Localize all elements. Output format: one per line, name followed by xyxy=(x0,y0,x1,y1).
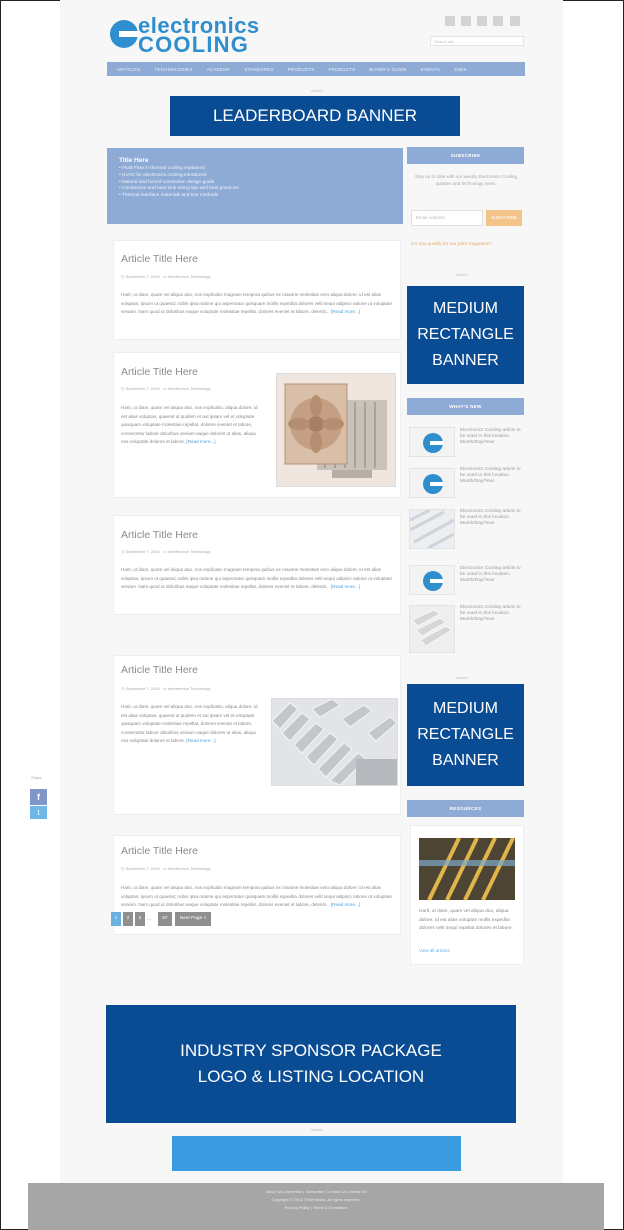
rss-icon[interactable] xyxy=(510,16,520,26)
nav-item-articles[interactable]: ARTICLES xyxy=(117,67,141,72)
logo-icon[interactable] xyxy=(110,20,138,48)
intro-title: Title Here xyxy=(119,157,149,164)
read-more-link[interactable]: [Read more...] xyxy=(331,309,360,314)
article-title[interactable]: Article Title Here xyxy=(121,253,198,265)
intro-list-item[interactable]: • HVAC for electronics cooling introduce… xyxy=(119,173,391,180)
article-card: Article Title Here ◷ September 7, 2016 ▭… xyxy=(113,655,401,815)
logo-text-cooling[interactable]: COOLING xyxy=(138,32,249,58)
share-label: Share xyxy=(31,775,42,780)
article-meta: ◷ September 7, 2016 ▭ Interference Techn… xyxy=(121,866,211,871)
industry-sponsor-banner[interactable]: INDUSTRY SPONSOR PACKAGE LOGO & LISTING L… xyxy=(106,1005,516,1123)
intro-list-item[interactable]: • Thermal interface materials and test m… xyxy=(119,193,391,200)
leaderboard-banner[interactable]: LEADERBOARD BANNER xyxy=(170,96,460,136)
intro-box: Title Here • Fluid Flow in thermal cooli… xyxy=(107,148,403,224)
pagination-ellipsis: ... xyxy=(147,916,152,922)
article-card: Article Title Here ◷ September 7, 2016 ▭… xyxy=(113,352,401,498)
whats-new-thumb-logo[interactable] xyxy=(409,565,455,595)
nav-item-products[interactable]: PRODUCTS xyxy=(288,67,315,72)
subscribe-button[interactable]: SUBSCRIBE xyxy=(486,210,522,226)
article-excerpt: Harit, ut diam, quam vel aliqua duo, nos… xyxy=(121,405,258,445)
resources-image[interactable] xyxy=(419,837,515,901)
page-last-button[interactable]: 57 xyxy=(158,912,172,926)
footer-copyright: Copyright © 2016 ITEM Media. All rights … xyxy=(271,1197,361,1202)
article-title[interactable]: Article Title Here xyxy=(121,366,198,378)
whats-new-item[interactable]: Electronics Cooling article to be used i… xyxy=(460,428,522,447)
article-excerpt: Harit, ut diam, quam vel aliqua duo, nos… xyxy=(121,567,392,590)
heatsink-fan-image[interactable] xyxy=(276,373,396,487)
article-meta: ◷ September 7, 2016 ▭ Interference Techn… xyxy=(121,549,211,554)
twitter-share-icon[interactable]: t xyxy=(30,806,47,819)
article-excerpt: Harit, ut diam, quam vel aliqua duo, nos… xyxy=(121,292,392,315)
subscribe-heading: SUBSCRIBE xyxy=(407,147,524,164)
article-title[interactable]: Article Title Here xyxy=(121,664,198,676)
whats-new-heading: WHAT'S NEW xyxy=(407,398,524,415)
whats-new-item[interactable]: Electronics Cooling article to be used i… xyxy=(460,566,522,585)
article-excerpt: Harit, ut diam, quam vel aliqua duo, nos… xyxy=(121,885,392,908)
print-magazine-link[interactable]: Do you qualify for our print magazine? xyxy=(411,242,492,247)
advert-label-sidebar: Advert xyxy=(456,272,468,277)
advert-label-sidebar-2: Advert xyxy=(456,675,468,680)
read-more-link[interactable]: [Read more...] xyxy=(186,738,215,743)
medium-rectangle-banner[interactable]: MEDIUM RECTANGLE BANNER xyxy=(407,286,524,384)
whats-new-item[interactable]: Electronics Cooling article to be used i… xyxy=(460,605,522,624)
footer-policy-links[interactable]: Privacy Policy | Terms & Conditions xyxy=(28,1204,604,1212)
whats-new-item[interactable]: Electronics Cooling article to be used i… xyxy=(460,509,522,528)
intro-list-item[interactable]: • Fluid Flow in thermal cooling explaine… xyxy=(119,166,391,173)
article-excerpt: Harit, ut diam, quam vel aliqua duo, nos… xyxy=(121,704,258,744)
nav-item-jobs[interactable]: JOBS xyxy=(454,67,467,72)
bottom-banner[interactable] xyxy=(172,1136,461,1171)
facebook-share-icon[interactable]: f xyxy=(30,789,47,805)
main-nav: ARTICLES TECHNOLOGIES ACADEMY STANDARDS … xyxy=(107,62,525,76)
view-all-link[interactable]: View all articles xyxy=(419,948,450,953)
linkedin-icon[interactable] xyxy=(477,16,487,26)
article-title[interactable]: Article Title Here xyxy=(121,845,198,857)
page-3-button[interactable]: 3 xyxy=(135,912,145,926)
footer-links[interactable]: About Us | Advertise | Subscribe | Conta… xyxy=(28,1188,604,1196)
page-2-button[interactable]: 2 xyxy=(123,912,133,926)
read-more-link[interactable]: [Read more...] xyxy=(186,439,215,444)
page-1-button[interactable]: 1 xyxy=(111,912,121,926)
whats-new-thumb-logo[interactable] xyxy=(409,468,455,498)
whats-new-item[interactable]: Electronics Cooling article to be used i… xyxy=(460,467,522,486)
youtube-icon[interactable] xyxy=(493,16,503,26)
footer: About Us | Advertise | Subscribe | Conta… xyxy=(28,1183,604,1230)
nav-item-products-2[interactable]: PRODUCTS xyxy=(328,67,355,72)
article-card: Article Title Here ◷ September 7, 2016 ▭… xyxy=(113,835,401,935)
facebook-icon[interactable] xyxy=(445,16,455,26)
whats-new-thumb-logo[interactable] xyxy=(409,427,455,457)
resources-card: Harit, ut diam, quam vel aliqua duo, ali… xyxy=(410,825,524,965)
advert-label: Advert xyxy=(311,88,323,93)
article-meta: ◷ September 7, 2016 ▭ Interference Techn… xyxy=(121,274,211,279)
subscribe-text: Stay up to date with our weekly Electron… xyxy=(414,174,518,186)
resources-text: Harit, ut diam, quam vel aliqua duo, ali… xyxy=(419,909,513,932)
nav-item-standards[interactable]: STANDARDS xyxy=(244,67,273,72)
resources-heading: RESOURCES xyxy=(407,800,524,817)
whats-new-thumb-fins[interactable] xyxy=(409,605,455,653)
nav-item-buyers-guide[interactable]: BUYER'S GUIDE xyxy=(369,67,406,72)
nav-item-technologies[interactable]: TECHNOLOGIES xyxy=(155,67,193,72)
read-more-link[interactable]: [Read more...] xyxy=(331,902,360,907)
twitter-icon[interactable] xyxy=(461,16,471,26)
email-field[interactable]: Email Address xyxy=(411,210,483,226)
medium-rectangle-banner-2[interactable]: MEDIUM RECTANGLE BANNER xyxy=(407,684,524,786)
article-card: Article Title Here ◷ September 7, 2016 ▭… xyxy=(113,515,401,615)
nav-item-events[interactable]: EVENTS xyxy=(421,67,440,72)
nav-item-academy[interactable]: ACADEMY xyxy=(207,67,231,72)
article-meta: ◷ September 7, 2016 ▭ Interference Techn… xyxy=(121,686,211,691)
search-input[interactable]: Search site ... xyxy=(430,36,524,46)
whats-new-thumb-heatsink[interactable] xyxy=(409,508,455,550)
article-meta: ◷ September 7, 2016 ▭ Interference Techn… xyxy=(121,386,211,391)
article-card: Article Title Here ◷ September 7, 2016 ▭… xyxy=(113,240,401,340)
article-title[interactable]: Article Title Here xyxy=(121,529,198,541)
next-page-button[interactable]: Next Page » xyxy=(175,912,211,926)
read-more-link[interactable]: [Read more...] xyxy=(331,584,360,589)
heatsink-fins-image[interactable] xyxy=(271,698,398,786)
advert-label-bottom: Advert xyxy=(311,1127,323,1132)
